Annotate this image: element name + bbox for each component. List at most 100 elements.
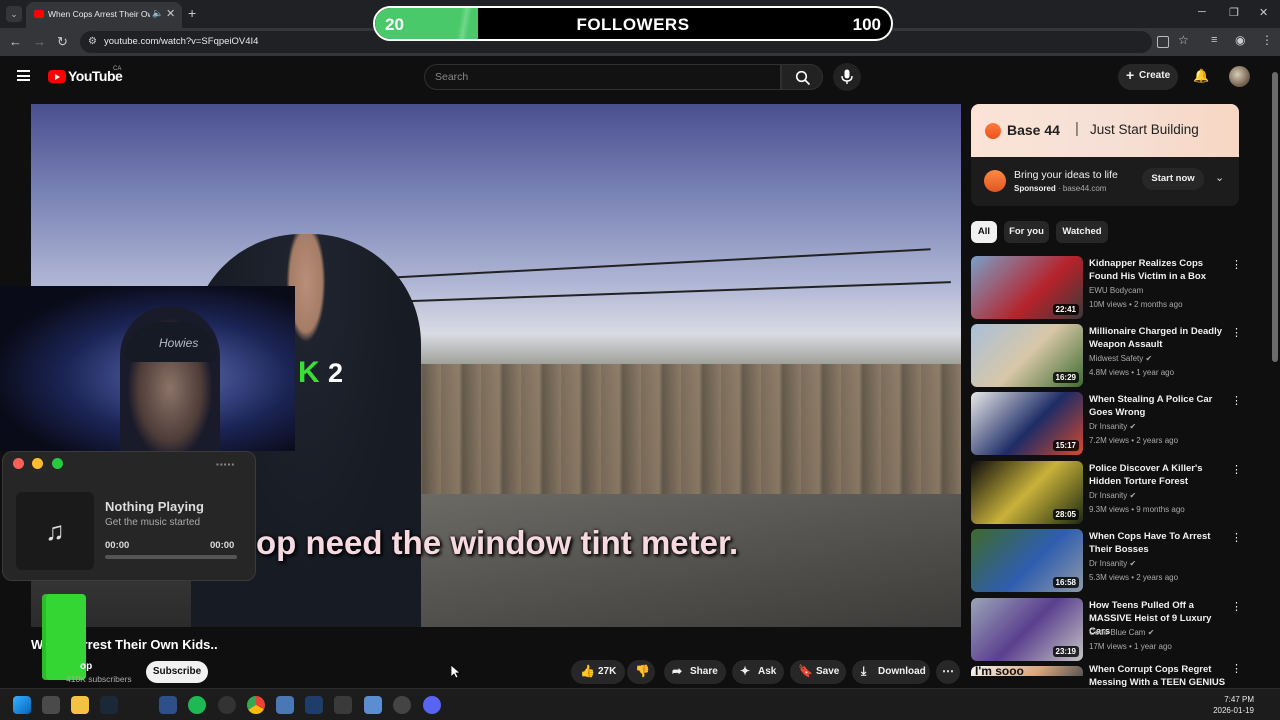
recommendation-channel[interactable]: Code Blue Cam ✔ <box>1089 628 1154 637</box>
video-thumbnail[interactable]: 15:17 <box>971 392 1083 455</box>
browser-menu-icon[interactable]: ⋮ <box>1261 33 1273 47</box>
channel-name[interactable]: op <box>80 661 92 672</box>
chip-watched[interactable]: Watched <box>1056 221 1108 243</box>
youtube-logo-icon[interactable] <box>48 70 66 83</box>
page-scrollbar[interactable] <box>1270 56 1280 688</box>
recommendation-item[interactable]: 22:41 Kidnapper Realizes Cops Found His V… <box>971 256 1242 320</box>
video-thumbnail[interactable]: 28:05 <box>971 461 1083 524</box>
site-info-icon[interactable]: ⚙ <box>88 36 97 47</box>
chip-all[interactable]: All <box>971 221 997 243</box>
sponsored-ad-card[interactable]: Base 44 | Just Start Building Bring your… <box>971 104 1239 206</box>
app-icon[interactable] <box>305 696 323 714</box>
obs-icon[interactable] <box>218 696 236 714</box>
save-button[interactable]: 🔖 Save <box>790 660 846 684</box>
task-view-icon[interactable] <box>42 696 60 714</box>
maximize-dot-icon[interactable] <box>52 458 63 469</box>
video-thumbnail[interactable]: 16:29 <box>971 324 1083 387</box>
more-options-icon[interactable]: ⋮ <box>1231 600 1242 613</box>
speaker-icon[interactable]: 🔈 <box>152 8 163 19</box>
menu-hamburger-icon[interactable] <box>17 70 30 81</box>
windows-start-icon[interactable] <box>13 696 31 714</box>
like-button[interactable]: 👍 27K <box>571 660 625 684</box>
ad-cta-button[interactable]: Start now <box>1142 168 1204 190</box>
close-dot-icon[interactable] <box>13 458 24 469</box>
more-options-icon[interactable]: ⋮ <box>1231 531 1242 544</box>
reload-icon[interactable]: ↻ <box>57 34 68 50</box>
more-options-icon[interactable]: ⋮ <box>1231 326 1242 339</box>
more-actions-button[interactable]: ⋯ <box>936 660 960 684</box>
app-icon[interactable] <box>334 696 352 714</box>
recommendation-item[interactable]: 23:19 How Teens Pulled Off a MASSIVE Heis… <box>971 598 1242 662</box>
file-explorer-icon[interactable] <box>71 696 89 714</box>
more-options-icon[interactable]: ⋮ <box>1231 463 1242 476</box>
scrollbar-thumb[interactable] <box>1272 72 1278 362</box>
recommendation-item[interactable]: 28:05 Police Discover A Killer's Hidden T… <box>971 461 1242 525</box>
system-clock[interactable]: 7:47 PM 2026-01-19 <box>1213 694 1254 716</box>
video-thumbnail[interactable]: 23:19 <box>971 598 1083 661</box>
recommendation-channel[interactable]: EWU Bodycam <box>1089 286 1143 295</box>
more-options-icon[interactable]: ⋮ <box>1231 394 1242 407</box>
video-thumbnail[interactable]: 16:58 <box>971 529 1083 592</box>
minimize-dot-icon[interactable] <box>32 458 43 469</box>
account-avatar[interactable] <box>1229 66 1250 87</box>
subscribe-button[interactable]: Subscribe <box>146 661 208 683</box>
app-icon[interactable] <box>276 696 294 714</box>
spotify-icon[interactable] <box>188 696 206 714</box>
profile-icon[interactable]: ◉ <box>1235 33 1245 47</box>
recommendation-channel[interactable]: Dr Insanity ✔ <box>1089 491 1136 500</box>
install-app-icon[interactable] <box>1157 36 1169 48</box>
chip-for-you[interactable]: For you <box>1004 221 1049 243</box>
tab-search-menu-icon[interactable]: ⌄ <box>6 6 22 22</box>
more-options-icon[interactable]: ⋮ <box>1231 258 1242 271</box>
close-window-icon[interactable]: ✕ <box>1259 6 1268 19</box>
chevron-down-icon[interactable]: ⌄ <box>1215 171 1224 184</box>
share-label: Share <box>690 666 718 677</box>
close-tab-icon[interactable]: ✕ <box>166 7 175 20</box>
save-label: Save <box>816 666 840 677</box>
recommendation-item[interactable]: 16:29 Millionaire Charged in Deadly Weapo… <box>971 324 1242 388</box>
followers-current: 20 <box>385 15 404 34</box>
forward-icon[interactable]: → <box>33 34 46 49</box>
app-icon[interactable] <box>159 696 177 714</box>
minimize-icon[interactable]: ─ <box>1198 6 1206 18</box>
media-control-icon[interactable]: ≡ <box>1211 34 1217 46</box>
new-tab-icon[interactable]: + <box>188 5 196 21</box>
app-icon[interactable] <box>364 696 382 714</box>
ad-banner[interactable]: Base 44 | Just Start Building <box>971 104 1239 157</box>
search-icon <box>795 70 811 86</box>
search-button[interactable] <box>781 64 823 90</box>
discord-icon[interactable] <box>423 696 441 714</box>
app-icon[interactable] <box>393 696 411 714</box>
recommendation-title[interactable]: Police Discover A Killer's Hidden Tortur… <box>1089 462 1229 488</box>
recommendation-channel[interactable]: Dr Insanity ✔ <box>1089 559 1136 568</box>
recommendation-channel[interactable]: Dr Insanity ✔ <box>1089 422 1136 431</box>
browser-tab[interactable]: When Cops Arrest Their Own 🔈 ✕ <box>26 2 182 28</box>
video-thumbnail[interactable]: I'm sooo <box>971 666 1083 676</box>
steam-icon[interactable] <box>100 696 118 714</box>
recommendation-title[interactable]: When Corrupt Cops Regret Messing With a … <box>1089 663 1229 689</box>
recommendation-channel[interactable]: Midwest Safety ✔ <box>1089 354 1152 363</box>
download-button[interactable]: ⤓ Download <box>852 660 930 684</box>
recommendation-item[interactable]: I'm sooo When Corrupt Cops Regret Messing… <box>971 663 1242 688</box>
recommendation-item[interactable]: 15:17 When Stealing A Police Car Goes Wro… <box>971 392 1242 456</box>
create-button[interactable]: + Create <box>1118 64 1178 90</box>
drag-handle-icon[interactable]: ▪▪▪▪▪ <box>216 460 235 469</box>
chrome-icon[interactable] <box>247 696 265 714</box>
music-progress-bar[interactable] <box>105 555 237 559</box>
recommendation-title[interactable]: Millionaire Charged in Deadly Weapon Ass… <box>1089 325 1229 351</box>
voice-search-button[interactable] <box>833 63 861 91</box>
recommendation-title[interactable]: When Cops Have To Arrest Their Bosses <box>1089 530 1229 556</box>
notifications-bell-icon[interactable]: 🔔 <box>1193 68 1209 84</box>
recommendation-item[interactable]: 16:58 When Cops Have To Arrest Their Boss… <box>971 529 1242 593</box>
maximize-icon[interactable]: ❐ <box>1229 6 1239 19</box>
bookmark-star-icon[interactable]: ☆ <box>1178 33 1189 47</box>
recommendation-title[interactable]: When Stealing A Police Car Goes Wrong <box>1089 393 1229 419</box>
video-thumbnail[interactable]: 22:41 <box>971 256 1083 319</box>
recommendation-title[interactable]: Kidnapper Realizes Cops Found His Victim… <box>1089 257 1229 283</box>
back-icon[interactable]: ← <box>9 34 22 49</box>
more-options-icon[interactable]: ⋮ <box>1231 662 1242 675</box>
ask-button[interactable]: ✦ Ask <box>732 660 784 684</box>
dislike-button[interactable]: 👎 <box>627 660 655 684</box>
share-button[interactable]: ➦ Share <box>664 660 726 684</box>
search-input[interactable]: Search <box>424 64 781 90</box>
